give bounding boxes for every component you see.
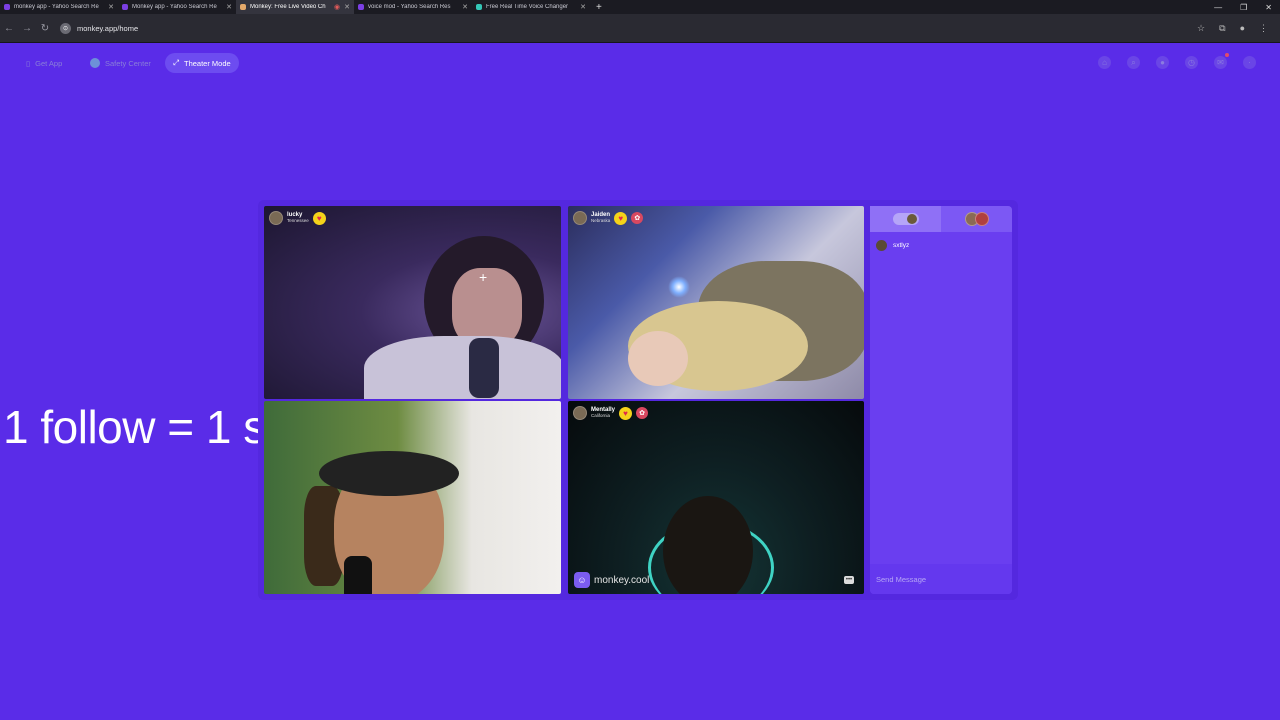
- shield-icon: [90, 58, 100, 68]
- close-icon[interactable]: ✕: [580, 3, 586, 11]
- chat-icon[interactable]: ✉: [1214, 53, 1229, 69]
- coin-icon[interactable]: ●: [1156, 56, 1169, 69]
- browser-tab-bar: monkey app - Yahoo Search Re ✕ Monkey ap…: [0, 0, 1280, 14]
- extensions-icon[interactable]: ⧉: [1219, 23, 1225, 34]
- menu-dots-icon[interactable]: •••: [844, 576, 854, 584]
- menu-icon[interactable]: ⋮: [1259, 23, 1268, 34]
- close-icon[interactable]: ✕: [226, 3, 232, 11]
- rose-gift-icon[interactable]: ✿: [631, 212, 644, 224]
- video-tile-3[interactable]: [264, 401, 561, 594]
- theater-mode-button[interactable]: ⤢ Theater Mode: [165, 53, 239, 73]
- crosshair-cursor-icon: +: [479, 269, 488, 285]
- tab-title: Monkey app - Yahoo Search Re: [132, 4, 217, 10]
- yahoo-favicon-icon: [122, 4, 128, 10]
- back-icon[interactable]: ←: [0, 23, 18, 34]
- rose-gift-icon[interactable]: ✿: [636, 407, 649, 419]
- minimize-icon[interactable]: —: [1214, 3, 1222, 12]
- tab-title: monkey app - Yahoo Search Re: [14, 4, 99, 10]
- yahoo-favicon-icon: [4, 4, 10, 10]
- chat-tabs: [870, 206, 1012, 232]
- phone-icon: ▯: [26, 58, 31, 68]
- chat-message: sxtlyz: [870, 232, 1012, 259]
- tab-chat-2[interactable]: [941, 206, 1012, 232]
- recording-icon: ◉: [334, 4, 341, 11]
- video-chat-panel: lucky Tennessee ♥ + Jaiden Nebraska ♥ ✿ Me…: [258, 200, 1018, 600]
- window-controls: — ❐ ✕: [1214, 0, 1272, 14]
- avatar: [269, 211, 283, 225]
- avatar: [573, 406, 587, 420]
- led-light: [668, 276, 690, 298]
- avatar-pair: [964, 212, 989, 226]
- toggle-pill[interactable]: [892, 213, 919, 225]
- user-tag[interactable]: Jaiden Nebraska ♥ ✿: [573, 211, 644, 225]
- close-icon[interactable]: ✕: [462, 3, 468, 11]
- safety-center-button[interactable]: Safety Center: [82, 53, 159, 73]
- shop-icon[interactable]: ⌂: [1098, 56, 1111, 69]
- video-person-face: [663, 496, 753, 594]
- heart-badge-icon[interactable]: ♥: [619, 406, 633, 420]
- monkey-watermark: ☺ monkey.cool: [574, 572, 649, 588]
- yahoo-favicon-icon: [358, 4, 364, 10]
- video-tile-4[interactable]: Mentally California ♥ ✿ ☺ monkey.cool •••: [568, 401, 864, 594]
- get-app-label: Get App: [35, 58, 63, 68]
- user-location: California: [591, 413, 611, 418]
- notification-dot: [1225, 53, 1229, 57]
- forward-icon[interactable]: →: [18, 23, 36, 34]
- chat-sidebar: sxtlyz Send Message: [870, 206, 1012, 594]
- expand-icon: ⤢: [173, 58, 179, 67]
- avatar: [906, 214, 917, 224]
- browser-tab-1[interactable]: monkey app - Yahoo Search Re ✕: [0, 0, 118, 14]
- url-text: monkey.app/home: [77, 23, 139, 33]
- user-location: Nebraska: [591, 218, 611, 223]
- get-app-button[interactable]: ▯ Get App: [18, 53, 70, 73]
- monkey-favicon-icon: [240, 4, 246, 10]
- avatar: [876, 240, 887, 251]
- video-tile-2[interactable]: Jaiden Nebraska ♥ ✿: [568, 206, 864, 399]
- close-window-icon[interactable]: ✕: [1265, 3, 1272, 12]
- video-person-hat: [319, 451, 459, 496]
- search-icon[interactable]: ⌕: [1127, 56, 1140, 69]
- profile-icon[interactable]: ●: [1240, 23, 1245, 34]
- send-message-input[interactable]: Send Message: [870, 564, 1012, 594]
- new-tab-button[interactable]: +: [590, 2, 608, 13]
- heart-badge-icon[interactable]: ♥: [312, 211, 326, 225]
- app-header: ▯ Get App Safety Center ⤢ Theater Mode ⌂…: [0, 48, 1280, 78]
- close-icon[interactable]: ✕: [108, 3, 114, 11]
- safety-center-label: Safety Center: [105, 58, 151, 68]
- header-icon-group: ⌂ ⌕ ● ◷ ✉ ·: [1098, 53, 1256, 69]
- video-person-body: [364, 336, 561, 399]
- microphone-image: [344, 556, 372, 594]
- microphone-image: [469, 338, 499, 398]
- video-person-face: [628, 331, 688, 386]
- chat-username: sxtlyz: [893, 242, 910, 249]
- browser-tab-4[interactable]: voice mod - Yahoo Search Res ✕: [354, 0, 472, 14]
- tab-chat-1[interactable]: [870, 206, 941, 232]
- browser-tab-3[interactable]: Monkey: Free Live Video Ch ◉ ✕: [236, 0, 354, 14]
- brand-text: monkey.cool: [594, 574, 650, 586]
- avatar: [974, 212, 989, 226]
- tab-title: Monkey: Free Live Video Ch: [250, 4, 326, 10]
- heart-badge-icon[interactable]: ♥: [614, 211, 628, 225]
- user-tag[interactable]: lucky Tennessee ♥: [269, 211, 326, 225]
- browser-tab-5[interactable]: Free Real Time Voice Changer ✕: [472, 0, 590, 14]
- browser-tab-2[interactable]: Monkey app - Yahoo Search Re ✕: [118, 0, 236, 14]
- user-tag[interactable]: Mentally California ♥ ✿: [573, 406, 649, 420]
- avatar: [573, 211, 587, 225]
- monkey-logo-icon: ☺: [574, 572, 590, 588]
- voicemod-favicon-icon: [476, 4, 482, 10]
- close-icon[interactable]: ✕: [344, 3, 350, 11]
- theater-mode-label: Theater Mode: [184, 58, 231, 68]
- history-icon[interactable]: ◷: [1185, 56, 1198, 69]
- video-tile-1[interactable]: lucky Tennessee ♥ +: [264, 206, 561, 399]
- site-info-icon[interactable]: ⊙: [60, 22, 71, 34]
- reload-icon[interactable]: ↻: [36, 23, 54, 34]
- address-bar: ← → ↻ ⊙ monkey.app/home ☆ ⧉ ● ⋮: [0, 14, 1280, 43]
- url-field[interactable]: ⊙ monkey.app/home: [60, 19, 1197, 37]
- tab-title: Free Real Time Voice Changer: [486, 4, 569, 10]
- user-location: Tennessee: [287, 218, 309, 223]
- avatar[interactable]: ·: [1243, 56, 1256, 69]
- bookmark-star-icon[interactable]: ☆: [1197, 23, 1205, 34]
- restore-icon[interactable]: ❐: [1240, 3, 1247, 12]
- tab-title: voice mod - Yahoo Search Res: [368, 4, 451, 10]
